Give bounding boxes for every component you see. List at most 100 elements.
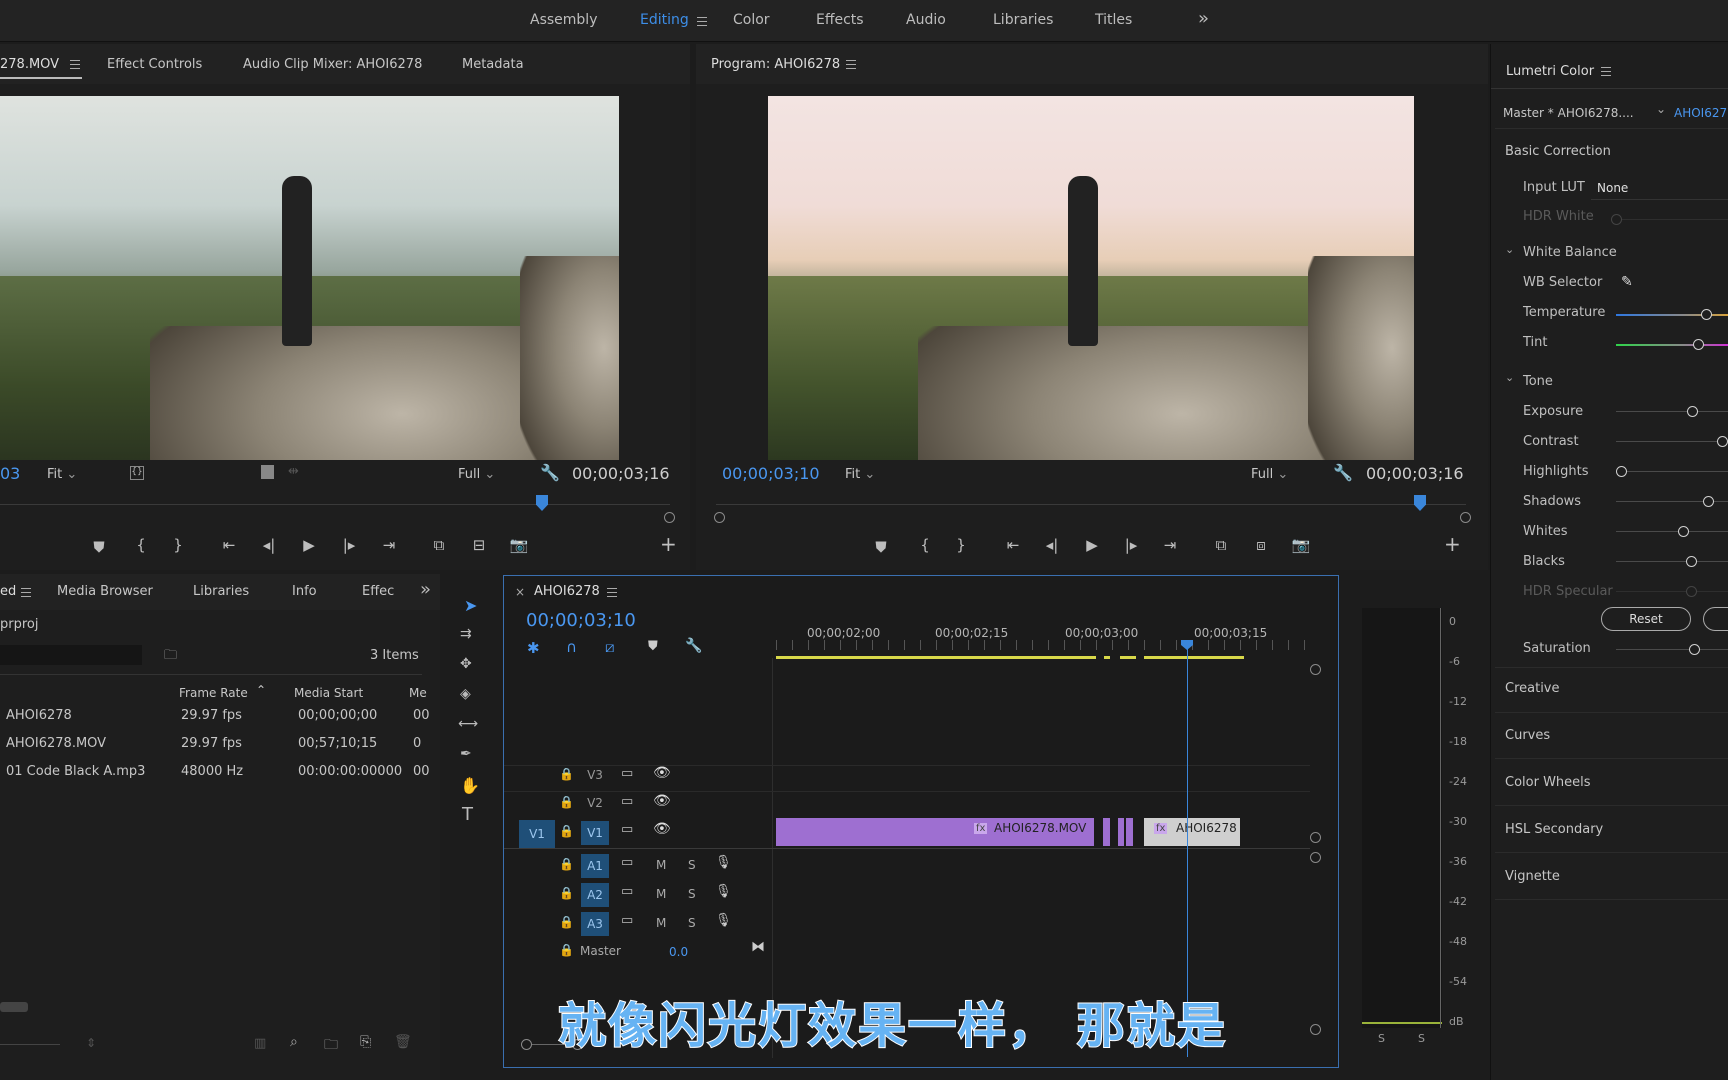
vignette-header[interactable]: Vignette — [1505, 869, 1560, 884]
list-item[interactable]: 01 Code Black A.mp3 48000 Hz 00:00:00:00… — [0, 758, 430, 786]
mark-in-icon[interactable]: { — [130, 536, 152, 554]
sync-lock-icon[interactable]: ▭ — [621, 822, 633, 837]
basic-correction-header[interactable]: Basic Correction — [1505, 144, 1611, 159]
solo-button[interactable]: S — [688, 858, 696, 872]
find-icon[interactable]: ⌕ — [290, 1034, 298, 1050]
mic-icon[interactable]: 🎙 — [715, 884, 732, 899]
workspace-assembly[interactable]: Assembly — [530, 12, 597, 28]
go-to-out-icon[interactable]: ⇥ — [1159, 536, 1181, 554]
tab-metadata[interactable]: Metadata — [462, 57, 524, 72]
contrast-knob[interactable] — [1717, 436, 1728, 447]
automate-icon[interactable]: ▥ — [254, 1036, 266, 1051]
sync-lock-icon[interactable]: ▭ — [621, 913, 633, 928]
workspace-menu-icon[interactable] — [697, 17, 707, 26]
clip-fragment[interactable] — [1118, 818, 1124, 846]
curves-header[interactable]: Curves — [1505, 728, 1550, 743]
track-v2[interactable]: V2 — [584, 793, 606, 813]
sync-lock-icon[interactable]: ▭ — [621, 794, 633, 809]
source-add-button-icon[interactable]: + — [660, 532, 677, 556]
step-back-icon[interactable]: ◂| — [258, 536, 280, 554]
reset-button[interactable]: Reset — [1601, 607, 1691, 631]
creative-header[interactable]: Creative — [1505, 681, 1560, 696]
mic-icon[interactable]: 🎙 — [715, 855, 732, 870]
snap-nest-icon[interactable]: ✱ — [527, 639, 540, 657]
program-scroll-end[interactable] — [1460, 512, 1471, 523]
mark-out-icon[interactable]: } — [167, 536, 189, 554]
go-to-end-icon[interactable]: ⧓ — [751, 939, 765, 955]
new-bin-icon[interactable]: 🗀 — [324, 1034, 338, 1058]
chevron-down-icon[interactable]: ⌄ — [1656, 102, 1666, 116]
slip-tool-icon[interactable]: ⟷ — [458, 716, 478, 732]
program-full-dropdown[interactable]: Full — [1251, 467, 1288, 482]
program-playhead[interactable] — [1414, 495, 1426, 511]
col-media-end[interactable]: Me — [409, 686, 427, 700]
clip-ahoi6278[interactable]: fx AHOI6278 — [1144, 818, 1240, 846]
input-lut-dropdown[interactable]: None — [1597, 181, 1628, 195]
timeline-vscroll-top[interactable] — [1310, 664, 1321, 675]
workspace-effects[interactable]: Effects — [816, 12, 864, 28]
mute-button[interactable]: M — [656, 916, 666, 930]
mute-button[interactable]: M — [656, 887, 666, 901]
white-balance-header[interactable]: White Balance — [1523, 245, 1617, 260]
tab-info[interactable]: Info — [292, 584, 317, 599]
lock-icon[interactable]: 🔒 — [559, 886, 574, 900]
mute-button[interactable]: M — [656, 858, 666, 872]
sync-lock-icon[interactable]: ▭ — [621, 855, 633, 870]
lock-icon[interactable]: 🔒 — [559, 824, 574, 838]
contrast-slider[interactable] — [1616, 441, 1728, 442]
lock-icon[interactable]: 🔒 — [559, 943, 574, 957]
pen-tool-icon[interactable]: ✒ — [460, 746, 472, 762]
source-patch-v1[interactable]: V1 — [519, 820, 555, 848]
track-a1[interactable]: A1 — [581, 854, 609, 878]
safe-margins-icon[interactable]: {} — [130, 466, 144, 480]
step-forward-icon[interactable]: |▸ — [338, 536, 360, 554]
temperature-knob[interactable] — [1701, 309, 1712, 320]
eye-icon[interactable]: 👁 — [653, 793, 671, 809]
track-select-tool-icon[interactable]: ⇉ — [460, 626, 472, 642]
solo-right-button[interactable]: S — [1418, 1032, 1425, 1045]
play-icon[interactable]: ▶ — [1081, 536, 1103, 554]
saturation-knob[interactable] — [1689, 644, 1700, 655]
eye-icon[interactable]: 👁 — [653, 821, 671, 837]
extract-icon[interactable]: ⧈ — [1250, 536, 1272, 554]
sync-lock-icon[interactable]: ▭ — [621, 766, 633, 781]
lift-icon[interactable]: ⧉ — [1210, 536, 1232, 554]
new-item-icon[interactable]: ⎘ — [360, 1034, 371, 1050]
time-ruler[interactable] — [776, 640, 1316, 650]
source-playhead-timecode[interactable]: 03 — [0, 464, 20, 483]
workspace-audio[interactable]: Audio — [906, 12, 946, 28]
zoom-slider[interactable] — [0, 1044, 60, 1045]
track-a2[interactable]: A2 — [581, 883, 609, 907]
ripple-edit-tool-icon[interactable]: ✥ — [460, 656, 472, 672]
selection-tool-icon[interactable]: ➤ — [464, 596, 477, 615]
add-marker-icon[interactable]: ⛊ — [88, 538, 110, 556]
more-workspaces-icon[interactable]: » — [1198, 8, 1209, 29]
bin-icon[interactable]: 🗀 — [164, 646, 177, 668]
hand-tool-icon[interactable]: ✋ — [460, 776, 480, 795]
play-icon[interactable]: ▶ — [298, 536, 320, 554]
solo-button[interactable]: S — [688, 916, 696, 930]
tone-header[interactable]: Tone — [1523, 374, 1553, 389]
source-scroll-end[interactable] — [664, 512, 675, 523]
auto-button[interactable] — [1703, 607, 1728, 631]
solo-left-button[interactable]: S — [1378, 1032, 1385, 1045]
master-clip-dropdown[interactable]: Master * AHOI6278.... — [1503, 106, 1634, 120]
close-sequence-icon[interactable]: × — [515, 585, 525, 599]
sort-ascending-icon[interactable]: ⌃ — [256, 683, 266, 697]
solo-button[interactable]: S — [688, 887, 696, 901]
timeline-vscroll-mid[interactable] — [1310, 832, 1321, 843]
timeline-vscroll-audio[interactable] — [1310, 852, 1321, 863]
sequence-timecode[interactable]: 00;00;03;10 — [526, 610, 636, 631]
add-marker-icon[interactable]: ⛊ — [870, 538, 892, 556]
tint-knob[interactable] — [1693, 339, 1704, 350]
master-volume-value[interactable]: 0.0 — [669, 945, 688, 959]
exposure-slider[interactable] — [1616, 411, 1728, 412]
program-title[interactable]: Program: AHOI6278 — [711, 57, 840, 72]
linked-selection-icon[interactable]: ⧄ — [605, 638, 615, 656]
white-balance-chevron-icon[interactable]: ⌄ — [1505, 243, 1514, 256]
export-frame-icon[interactable]: 📷 — [508, 536, 530, 554]
program-fit-dropdown[interactable]: Fit — [845, 467, 875, 482]
tab-effect-controls[interactable]: Effect Controls — [107, 57, 202, 72]
tab-media-browser[interactable]: Media Browser — [57, 584, 153, 599]
tab-project[interactable]: ed — [0, 584, 16, 599]
